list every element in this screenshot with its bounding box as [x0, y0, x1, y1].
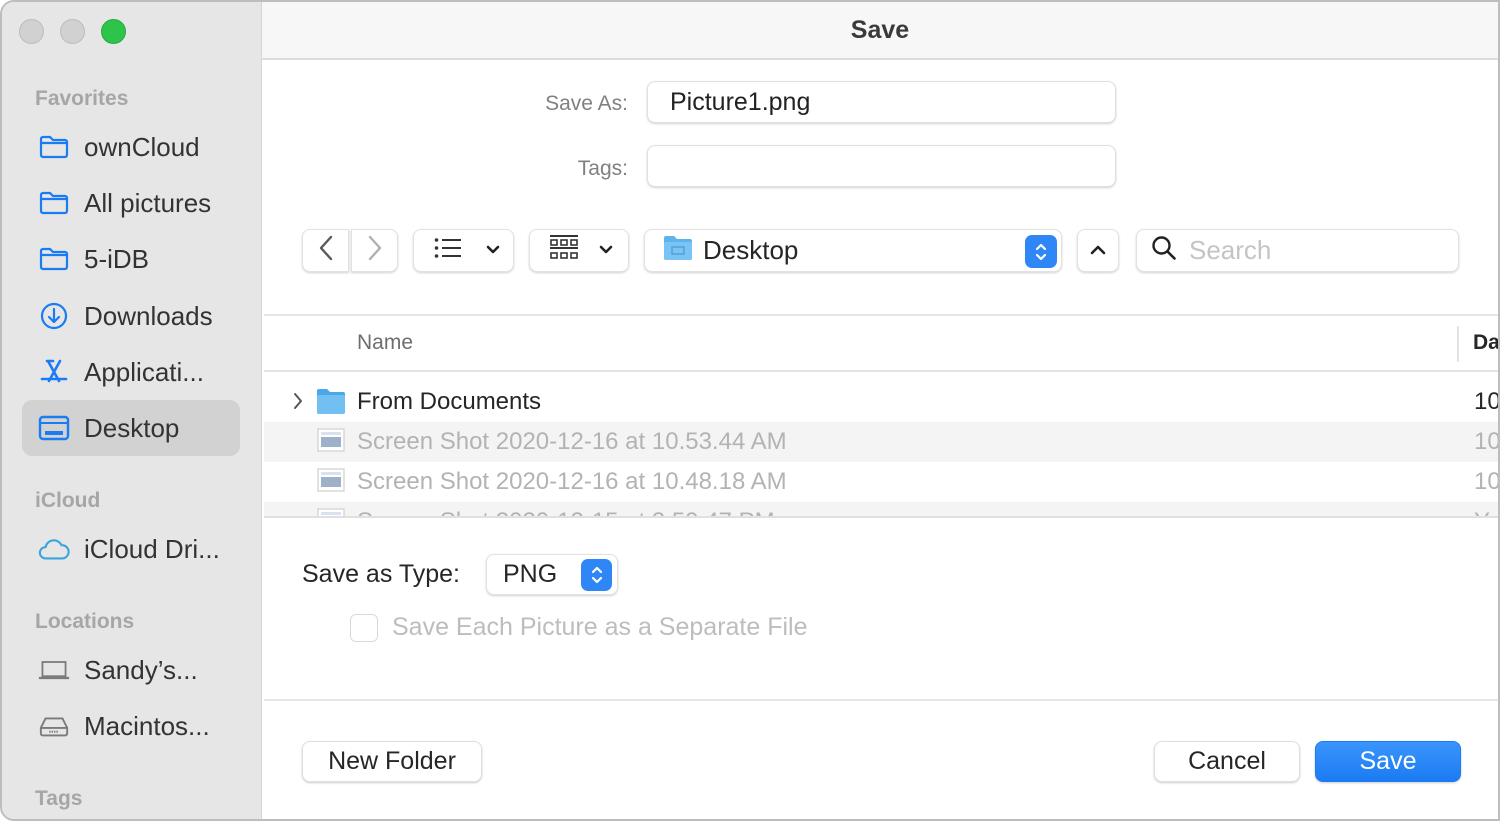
new-folder-button[interactable]: New Folder [302, 741, 482, 782]
parent-folder-button[interactable] [1077, 229, 1119, 272]
column-name-header[interactable]: Name [357, 331, 413, 355]
file-row[interactable]: From Documents 10 [264, 382, 1500, 422]
sidebar-item-desktop[interactable]: Desktop [22, 400, 240, 456]
window-controls [19, 19, 126, 44]
sidebar-item-macintosh-hd[interactable]: Macintos... [22, 698, 240, 754]
column-resize-handle[interactable] [1457, 326, 1459, 362]
sidebar-item-label: iCloud Dri... [84, 533, 220, 564]
separate-file-label: Save Each Picture as a Separate File [392, 613, 808, 641]
file-browser: Name Da From Documents 10 Screen Shot 20… [264, 314, 1500, 518]
file-name: From Documents [357, 388, 542, 415]
list-view-button[interactable] [413, 229, 514, 272]
desktop-icon [38, 412, 70, 444]
save-dialog: Favorites ownCloud All pictures 5-iDB Do… [0, 0, 1500, 821]
save-as-field[interactable]: Picture1.png [647, 81, 1116, 123]
column-date-header[interactable]: Da [1473, 331, 1498, 355]
grid-view-button[interactable] [529, 229, 629, 272]
sidebar-item-applications[interactable]: Applicati... [22, 344, 240, 400]
search-icon [1151, 235, 1177, 266]
folder-icon [316, 387, 346, 420]
image-file-icon [316, 467, 346, 498]
divider [264, 699, 1498, 701]
sidebar-section-tags: Tags [35, 787, 83, 810]
sidebar-item-sandys-computer[interactable]: Sandy’s... [22, 642, 240, 698]
sidebar-item-label: Applicati... [84, 356, 204, 387]
search-field[interactable] [1136, 229, 1459, 272]
sidebar-item-owncloud[interactable]: ownCloud [22, 119, 240, 175]
title-bar: Save [262, 2, 1498, 60]
popup-stepper-icon [581, 559, 612, 591]
file-row: Screen Shot 2020-12-16 at 10.48.18 AM 10 [264, 462, 1500, 502]
sidebar-item-5-idb[interactable]: 5-iDB [22, 231, 240, 287]
separate-file-checkbox[interactable] [350, 613, 378, 642]
tags-label: Tags: [577, 157, 628, 180]
file-name: Screen Shot 2020-12-16 at 10.53.44 AM [357, 428, 787, 455]
cancel-button[interactable]: Cancel [1154, 741, 1300, 782]
minimize-button[interactable] [60, 19, 85, 44]
image-file-icon [316, 507, 346, 516]
sidebar-item-label: Sandy’s... [84, 654, 198, 685]
save-as-type-popup[interactable]: PNG [486, 554, 618, 595]
separate-file-option: Save Each Picture as a Separate File [350, 613, 808, 642]
file-row: Screen Shot 2020-12-15 at 3.59.47 PM Y [264, 502, 1498, 516]
sidebar-item-label: All pictures [84, 187, 212, 218]
zoom-button[interactable] [101, 19, 126, 44]
sidebar-item-label: 5-iDB [84, 243, 150, 274]
grid-view-icon [549, 234, 579, 267]
chevron-left-icon [318, 235, 334, 266]
location-label: Desktop [703, 235, 799, 265]
sidebar-item-downloads[interactable]: Downloads [22, 288, 240, 344]
list-view-icon [434, 237, 462, 264]
sidebar-item-label: Macintos... [84, 710, 210, 741]
disclosure-triangle-icon[interactable] [292, 391, 304, 416]
file-date: 10 [1474, 428, 1500, 455]
file-name: Screen Shot 2020-12-15 at 3.59.47 PM [357, 508, 775, 516]
search-input[interactable] [1189, 235, 1439, 266]
save-button[interactable]: Save [1315, 741, 1461, 782]
column-header: Name Da [264, 316, 1498, 372]
save-as-type-value: PNG [503, 560, 558, 588]
image-file-icon [316, 427, 346, 458]
forward-button[interactable] [351, 229, 398, 272]
folder-icon [38, 243, 70, 275]
chevron-down-icon [599, 242, 613, 260]
chevron-right-icon [367, 235, 383, 266]
file-name: Screen Shot 2020-12-16 at 10.48.18 AM [357, 468, 787, 495]
window-title: Save [850, 15, 910, 44]
file-row: Screen Shot 2020-12-16 at 10.53.44 AM 10 [264, 422, 1500, 462]
close-button[interactable] [19, 19, 44, 44]
back-button[interactable] [302, 229, 349, 272]
location-popup[interactable]: Desktop [644, 229, 1062, 272]
sidebar: Favorites ownCloud All pictures 5-iDB Do… [2, 2, 262, 819]
folder-icon [38, 187, 70, 219]
save-as-label: Save As: [545, 92, 628, 115]
sidebar-item-label: Downloads [84, 300, 213, 331]
sidebar-section-icloud: iCloud [35, 489, 101, 512]
cloud-icon [38, 533, 70, 565]
chevron-down-icon [486, 242, 500, 260]
save-as-type-label: Save as Type: [302, 560, 460, 588]
tags-field[interactable] [647, 145, 1116, 187]
desktop-folder-icon [663, 235, 693, 266]
chevron-up-icon [1090, 242, 1106, 260]
file-date: 10 [1474, 468, 1500, 495]
folder-icon [38, 131, 70, 163]
sidebar-section-locations: Locations [35, 610, 135, 633]
applications-icon [38, 356, 70, 388]
sidebar-item-all-pictures[interactable]: All pictures [22, 175, 240, 231]
laptop-icon [38, 654, 70, 686]
sidebar-section-favorites: Favorites [35, 87, 129, 110]
file-date: Y [1474, 508, 1490, 516]
download-icon [38, 300, 70, 332]
file-date: 10 [1474, 388, 1500, 415]
popup-stepper-icon [1025, 235, 1057, 268]
sidebar-item-label: Desktop [84, 412, 180, 443]
sidebar-item-label: ownCloud [84, 131, 200, 162]
hard-drive-icon [38, 710, 70, 742]
sidebar-item-icloud-drive[interactable]: iCloud Dri... [22, 521, 240, 577]
